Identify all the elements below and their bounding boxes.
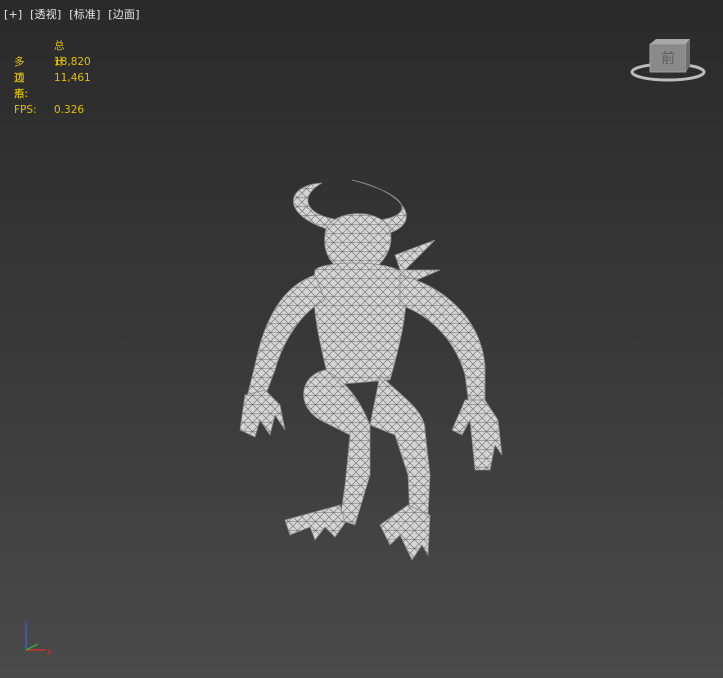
vertices-label: 顶点:	[14, 72, 29, 100]
torso	[313, 262, 407, 386]
viewcube[interactable]: 前	[630, 36, 710, 86]
viewport-label[interactable]: [+] [透视] [标准] [边面]	[4, 6, 144, 22]
axis-y-line	[25, 643, 39, 651]
right-hand	[451, 399, 503, 471]
left-leg	[303, 369, 371, 526]
wireframe-creature-model[interactable]	[230, 175, 520, 570]
right-foot	[379, 504, 431, 561]
right-arm	[399, 274, 486, 414]
axis-gizmo: z x	[24, 619, 52, 656]
viewport-menu-plus[interactable]: [+]	[4, 8, 22, 21]
left-foot	[284, 504, 346, 541]
vertices-value: 11,461	[54, 72, 91, 84]
viewcube-face-label: 前	[661, 50, 675, 67]
left-hand	[239, 389, 286, 438]
axis-x-label: x	[47, 647, 52, 656]
right-leg	[369, 374, 431, 521]
axis-z-label: z	[24, 619, 28, 628]
viewport-menu-perspective[interactable]: [透视]	[30, 8, 61, 21]
viewcube-top-face[interactable]	[650, 39, 690, 44]
fps-value: 0.326	[54, 104, 85, 116]
polygons-value: 18,820	[54, 56, 91, 68]
viewport-menu-standard[interactable]: [标准]	[69, 8, 100, 21]
fps-label: FPS:	[14, 104, 37, 116]
viewport-menu-edged-faces[interactable]: [边面]	[108, 8, 139, 21]
